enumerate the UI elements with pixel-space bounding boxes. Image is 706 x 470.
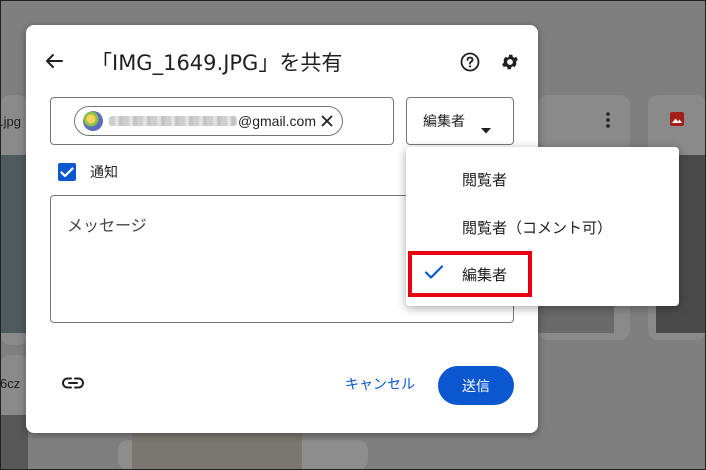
file-name: 6cz xyxy=(0,376,21,391)
message-placeholder: メッセージ xyxy=(67,216,147,235)
role-select[interactable]: 編集者 xyxy=(406,97,514,145)
cancel-button[interactable]: キャンセル xyxy=(331,366,429,402)
file-thumbnail xyxy=(0,415,28,470)
file-name: .jpg xyxy=(0,114,21,129)
menu-item-viewer[interactable]: 閲覧者 xyxy=(406,156,679,202)
menu-item-label: 閲覧者（コメント可） xyxy=(462,218,613,237)
close-icon[interactable] xyxy=(318,112,336,130)
dialog-title: 「IMG_1649.JPG」を共有 xyxy=(91,51,343,75)
more-vert-icon[interactable] xyxy=(598,110,618,130)
link-icon[interactable] xyxy=(60,370,86,396)
help-icon[interactable] xyxy=(458,50,482,74)
menu-item-label: 閲覧者 xyxy=(462,170,508,189)
settings-gear-icon[interactable] xyxy=(498,50,522,74)
chip-email: @gmail.com xyxy=(238,113,317,129)
highlight-annotation xyxy=(408,251,532,297)
back-arrow-icon[interactable] xyxy=(42,49,66,73)
recipient-chip[interactable]: @gmail.com xyxy=(74,106,343,136)
send-button[interactable]: 送信 xyxy=(438,366,514,405)
notify-row: 通知 xyxy=(58,162,118,182)
file-thumbnail xyxy=(132,433,302,470)
notify-label: 通知 xyxy=(90,165,118,181)
image-icon xyxy=(668,110,686,128)
notify-checkbox[interactable] xyxy=(58,163,76,181)
dropdown-arrow-icon xyxy=(481,119,491,138)
menu-item-commenter[interactable]: 閲覧者（コメント可） xyxy=(406,204,679,250)
avatar xyxy=(83,111,103,131)
recipient-field[interactable]: @gmail.com xyxy=(50,97,394,145)
role-select-value: 編集者 xyxy=(423,114,465,130)
blurred-email-prefix xyxy=(109,116,237,126)
file-thumbnail xyxy=(0,155,28,333)
